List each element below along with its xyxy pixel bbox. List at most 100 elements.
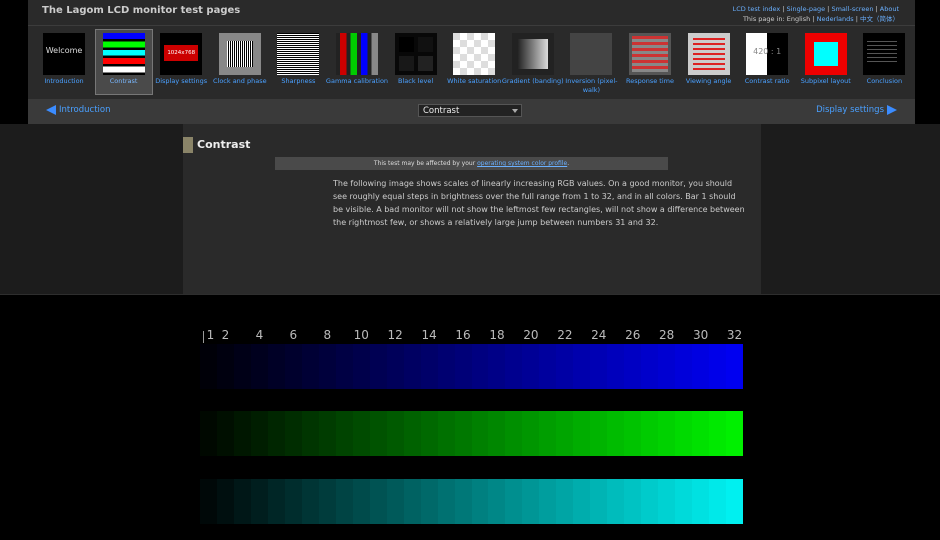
- scale-cell: [318, 411, 336, 456]
- welcome-icon: Welcome: [43, 33, 85, 75]
- scale-cell: [200, 479, 217, 524]
- thumb-subpixel-layout[interactable]: Subpixel layout: [798, 30, 854, 94]
- scale-cell: [437, 479, 455, 524]
- thumb-response-time[interactable]: Response time: [622, 30, 678, 94]
- arrow-right-icon: [887, 105, 897, 115]
- page-title: Contrast: [197, 138, 251, 151]
- thumb-label: Clock and phase: [212, 77, 267, 85]
- thumb-clock-phase[interactable]: Clock and phase: [212, 30, 268, 94]
- thumb-sharpness[interactable]: Sharpness: [270, 30, 326, 94]
- scale-number: 30: [692, 328, 709, 342]
- scale-cell: [233, 344, 251, 389]
- scale-cell: [488, 411, 506, 456]
- scale-cell: [301, 411, 319, 456]
- scale-cell: [284, 411, 302, 456]
- scale-cell: [318, 344, 336, 389]
- scale-cell: [200, 344, 217, 389]
- scale-cell: [539, 344, 557, 389]
- white-saturation-icon: [453, 33, 496, 75]
- scale-cell: [573, 344, 591, 389]
- scale-cell: [692, 411, 710, 456]
- scale-cell: [488, 479, 506, 524]
- scale-cell: [335, 411, 353, 456]
- black-level-icon: [394, 33, 437, 75]
- scale-cell: [216, 344, 234, 389]
- thumb-white-saturation[interactable]: White saturation: [446, 30, 502, 94]
- scale-cell: [200, 411, 217, 456]
- scale-cell: [624, 479, 642, 524]
- scale-cell: [590, 411, 608, 456]
- thumb-gradient[interactable]: Gradient (banding): [502, 30, 564, 94]
- scale-cell: [250, 411, 268, 456]
- thumb-label: Inversion (pixel-walk): [565, 77, 618, 94]
- scale-number: 14: [421, 328, 437, 342]
- thumb-contrast[interactable]: Contrast: [94, 29, 153, 95]
- thumb-label: Subpixel layout: [800, 77, 851, 85]
- scale-cell: [233, 479, 251, 524]
- thumb-label: Gamma calibration: [325, 77, 389, 85]
- scale-cell: [216, 479, 234, 524]
- gradient-icon: [511, 33, 554, 75]
- scale-cell: [658, 344, 676, 389]
- language-zh-link[interactable]: 中文（简体）: [860, 15, 899, 23]
- thumb-label: Response time: [626, 77, 674, 85]
- contrast-ratio-icon: 420 : 1: [746, 33, 789, 75]
- thumb-contrast-ratio[interactable]: 420 : 1 Contrast ratio: [739, 30, 795, 94]
- scale-cell: [233, 411, 251, 456]
- scale-cell: [641, 344, 659, 389]
- scale-cell: [607, 344, 625, 389]
- small-screen-link[interactable]: Small-screen: [831, 5, 873, 13]
- lcd-test-index-link[interactable]: LCD test index: [733, 5, 781, 13]
- about-link[interactable]: About: [880, 5, 899, 13]
- cyan-bar: [200, 479, 743, 524]
- thumb-black-level[interactable]: Black level: [388, 30, 444, 94]
- prev-page-label: Introduction: [59, 105, 111, 115]
- scale-cell: [284, 479, 302, 524]
- thumb-conclusion[interactable]: Conclusion: [856, 30, 912, 94]
- scale-cell: [675, 479, 693, 524]
- scale-cell: [539, 411, 557, 456]
- thumb-display-settings[interactable]: 1024x768 Display settings: [153, 30, 209, 94]
- single-page-link[interactable]: Single-page: [787, 5, 826, 13]
- scale-cell: [454, 479, 472, 524]
- right-margin: [761, 124, 940, 294]
- scale-cell: [556, 344, 574, 389]
- scale-number: 20: [523, 328, 539, 342]
- scale-number: 12: [387, 328, 403, 342]
- scale-cell: [709, 344, 727, 389]
- scale-cell: [726, 344, 743, 389]
- sharpness-icon: [277, 33, 320, 75]
- thumb-label: Introduction: [44, 77, 84, 85]
- scale-cell: [437, 344, 455, 389]
- thumb-label: Gradient (banding): [501, 77, 564, 85]
- scale-cell: [556, 411, 574, 456]
- scale-number: 8: [323, 328, 332, 342]
- scale-cell: [641, 479, 659, 524]
- scale-cell: [369, 411, 387, 456]
- page-nav-bar: Introduction Contrast Display settings: [28, 99, 915, 124]
- scale-cell: [709, 479, 727, 524]
- thumb-gamma[interactable]: Gamma calibration: [326, 30, 388, 94]
- scale-cell: [505, 344, 523, 389]
- viewing-angle-icon: [687, 33, 730, 75]
- scale-cell: [573, 479, 591, 524]
- scale-cell: [250, 344, 268, 389]
- scale-cell: [590, 344, 608, 389]
- scale-cell: [658, 479, 676, 524]
- page-select[interactable]: Contrast: [418, 104, 522, 117]
- prev-page-link[interactable]: Introduction: [46, 105, 110, 115]
- language-nl-link[interactable]: Nederlands: [817, 15, 854, 23]
- clock-phase-icon: [218, 33, 261, 75]
- section-marker: [183, 137, 193, 153]
- thumb-label: Contrast ratio: [744, 77, 790, 85]
- next-page-link[interactable]: Display settings: [816, 105, 897, 115]
- scale-cell: [454, 344, 472, 389]
- thumb-viewing-angle[interactable]: Viewing angle: [681, 30, 737, 94]
- thumb-inversion[interactable]: Inversion (pixel-walk): [563, 30, 619, 94]
- thumb-label: Contrast: [109, 77, 138, 85]
- thumb-welcome[interactable]: Welcome Introduction: [36, 30, 92, 94]
- color-profile-link[interactable]: operating system color profile: [477, 160, 567, 167]
- scale-cell: [726, 479, 743, 524]
- scale-cell: [709, 411, 727, 456]
- scale-cell: [420, 479, 438, 524]
